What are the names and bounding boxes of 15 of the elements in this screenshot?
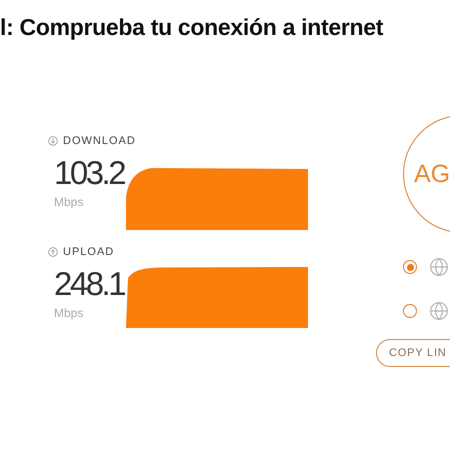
result-label: DOWNLOAD: [63, 135, 136, 147]
speed-unit: Mbps: [54, 195, 84, 209]
result-label: UPLOAD: [63, 246, 114, 258]
copy-link-button[interactable]: COPY LIN: [376, 339, 450, 367]
speed-value: 248.1: [54, 264, 126, 304]
globe-icon: [429, 257, 449, 277]
server-radio[interactable]: [403, 260, 417, 274]
server-radio[interactable]: [403, 304, 417, 318]
speed-unit: Mbps: [54, 306, 84, 320]
globe-icon: [429, 301, 449, 321]
page-heading: l: Comprueba tu conexión a internet: [0, 14, 384, 41]
up-arrow-icon: [48, 247, 58, 257]
speed-value: 103.2: [54, 153, 126, 193]
down-arrow-icon: [48, 136, 58, 146]
go-button[interactable]: AG: [403, 115, 450, 233]
